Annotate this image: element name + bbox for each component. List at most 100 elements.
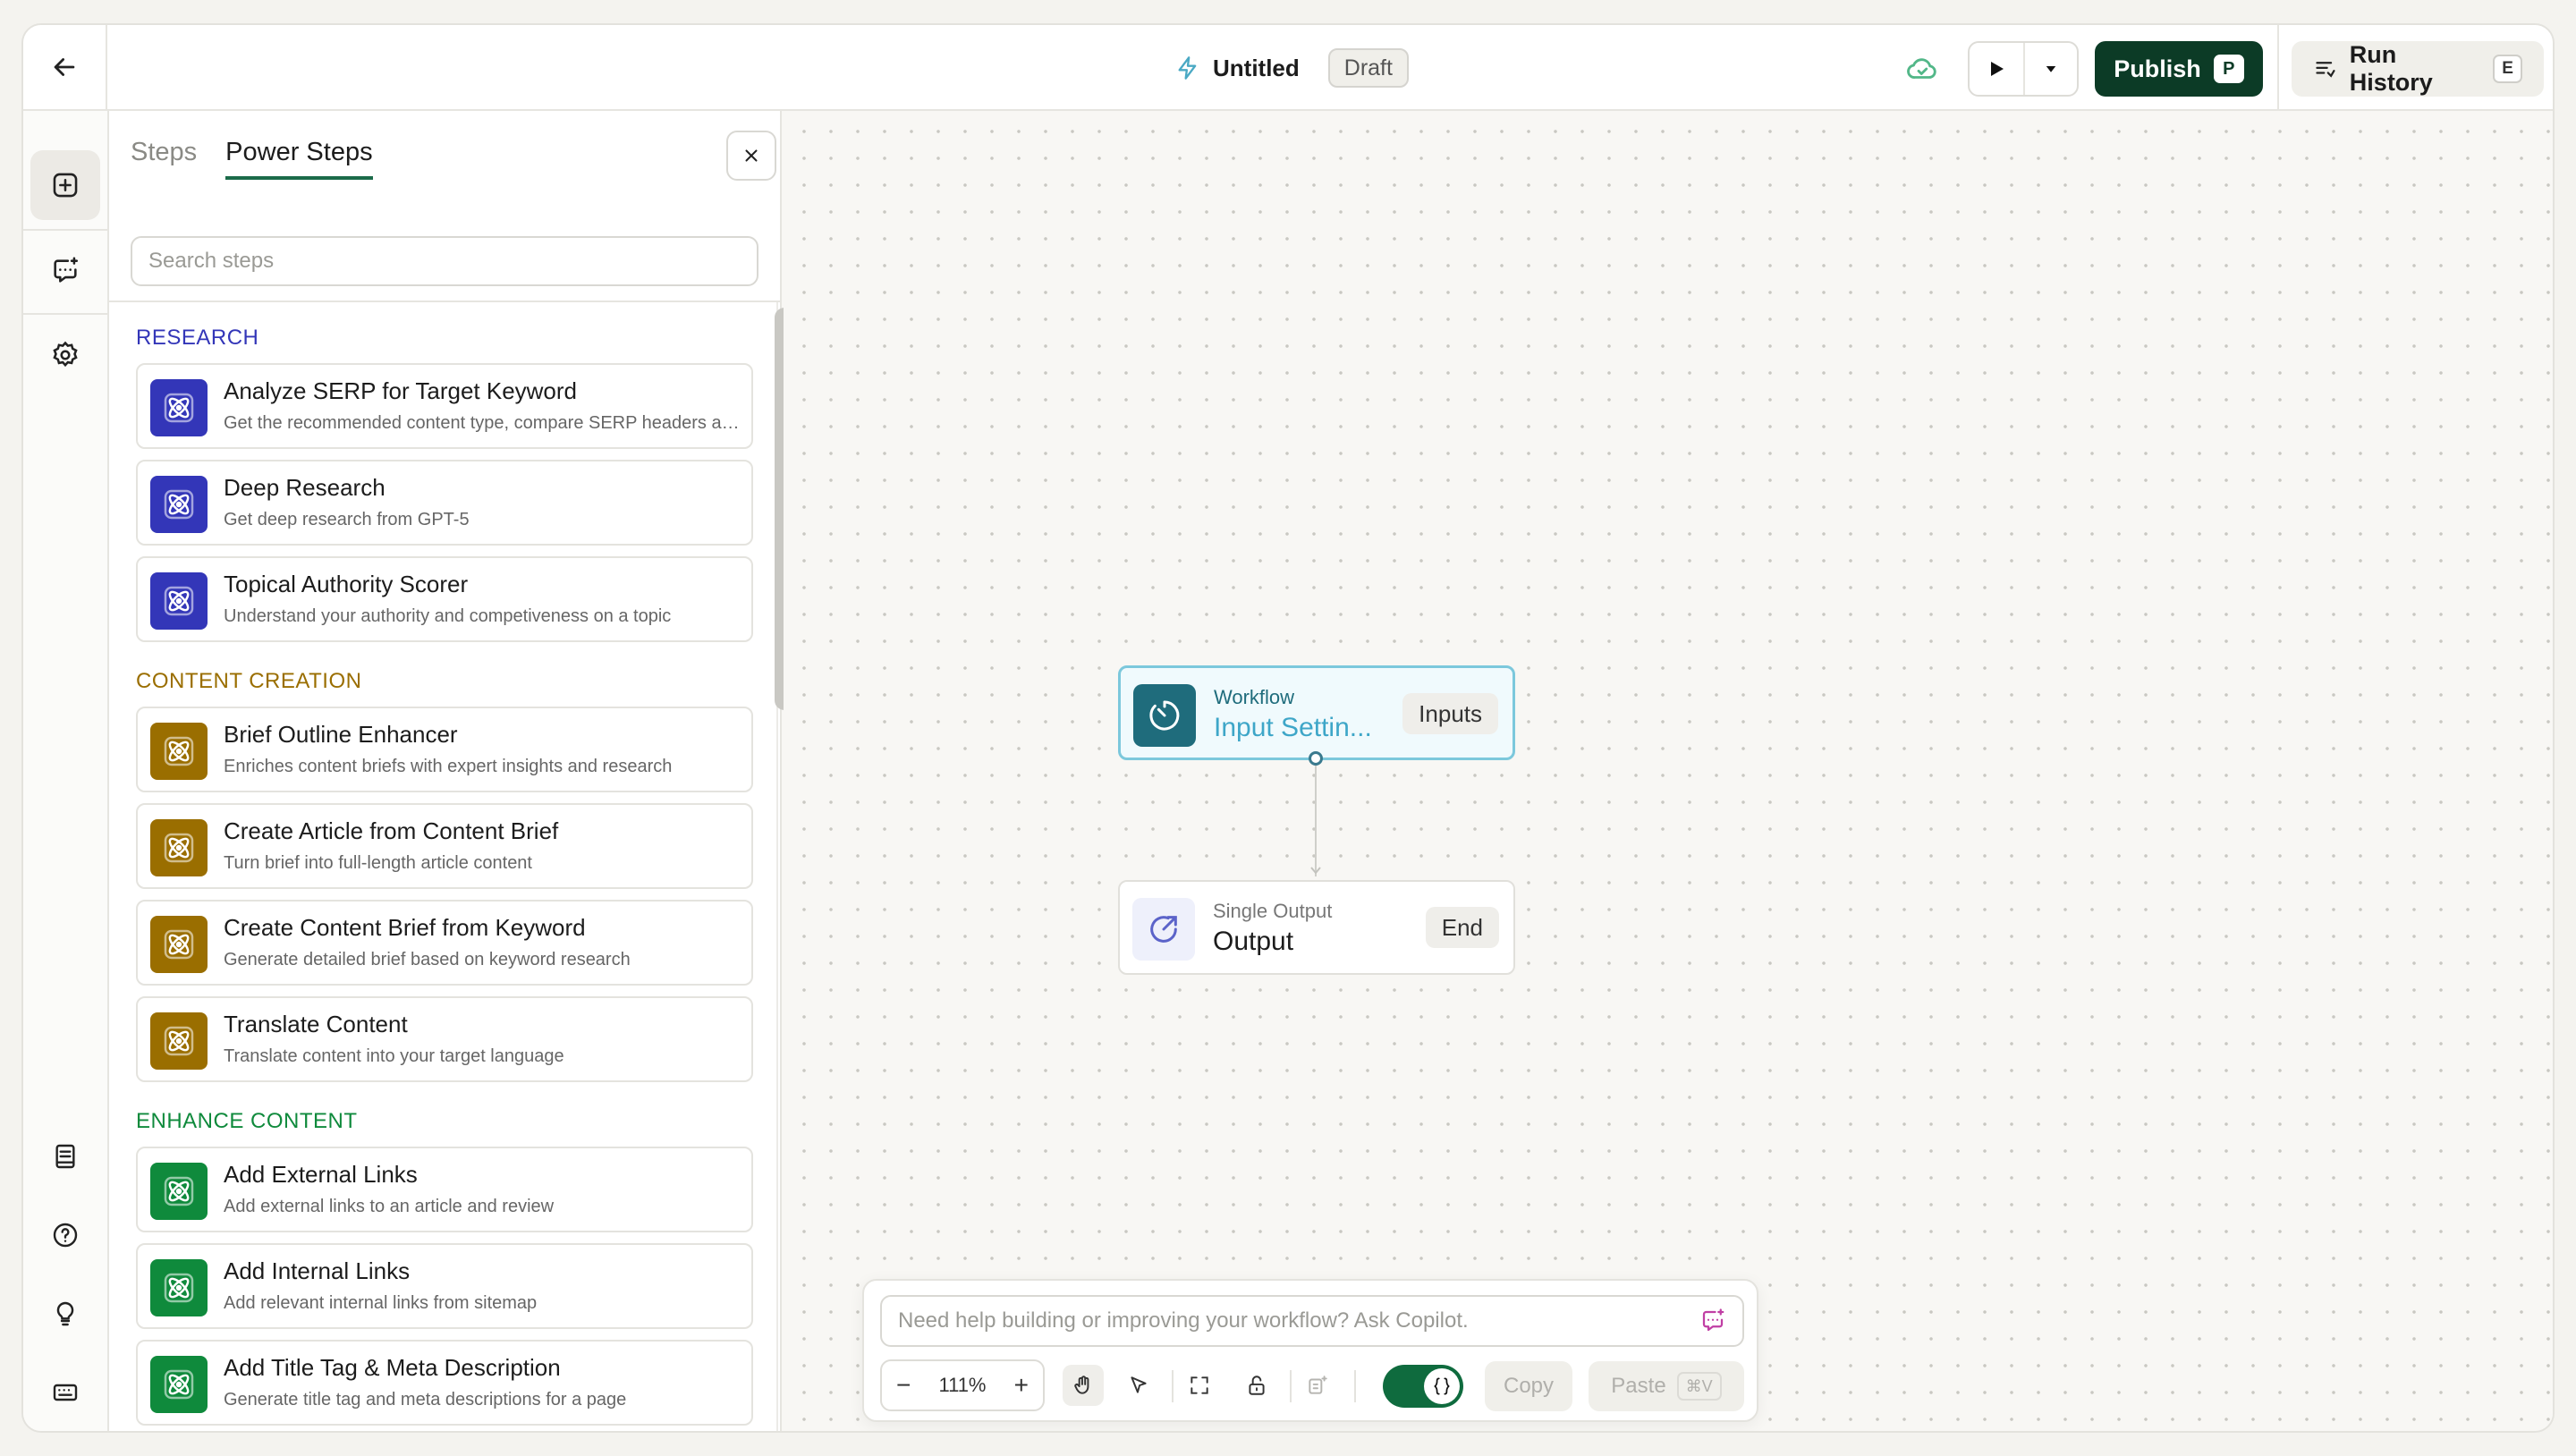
power-step-item[interactable]: Brief Outline Enhancer Enriches content b… [136,707,753,792]
lightbulb-icon [56,1301,74,1326]
json-mode-toggle[interactable] [1383,1365,1463,1408]
inputs-pill[interactable]: Inputs [1402,693,1498,734]
book-icon [55,1144,75,1169]
copilot-chat-button[interactable] [30,236,100,306]
rail-divider [23,229,107,231]
output-node[interactable]: Single Output Output End [1118,880,1515,975]
back-button[interactable] [23,25,107,109]
step-name: Topical Authority Scorer [224,571,469,597]
run-history-label: Run History [2349,41,2433,96]
keyboard-icon [53,1384,78,1401]
close-panel-button[interactable] [726,131,776,181]
section-title: CONTENT CREATION [136,669,362,693]
pan-tool-button[interactable] [1063,1365,1104,1406]
tab-steps[interactable]: Steps [131,138,197,180]
publish-shortcut: P [2213,55,2244,83]
power-step-item[interactable]: Add External Links Add external links to … [136,1147,753,1232]
close-icon [745,149,758,162]
cloud-sync-icon [1905,52,1939,90]
end-pill: End [1425,907,1499,948]
power-step-item[interactable]: Create Content Brief from Keyword Generat… [136,900,753,986]
fullscreen-icon [1191,1376,1208,1394]
steps-list: RESEARCH Analyze SERP for Target Keyword G… [136,302,753,1431]
chat-sparkle-icon [54,257,79,283]
workflow-input-node[interactable]: Workflow Input Settin... Inputs [1118,665,1515,760]
paste-button[interactable]: Paste ⌘V [1589,1361,1744,1411]
publish-button[interactable]: Publish P [2095,41,2263,97]
docs-button[interactable] [30,1122,100,1191]
node-type-label: Single Output [1213,900,1333,922]
panel-tabs: Steps Power Steps [131,138,373,180]
step-name: Brief Outline Enhancer [224,721,458,748]
node-title: Output [1213,927,1294,956]
zoom-out-button[interactable]: − [896,1373,911,1398]
connector-arrow-icon [1310,867,1321,875]
export-arrow-icon [1150,916,1177,943]
atom-icon [150,1259,208,1316]
top-bar: Untitled Draft Publish P Run History E [23,25,2553,111]
zoom-control: − 111% + [880,1359,1045,1411]
toolbar-divider [1290,1370,1292,1402]
atom-icon [150,1012,208,1070]
workflow-canvas[interactable] [784,111,2553,1431]
play-icon [1991,62,2004,76]
ideas-button[interactable] [30,1279,100,1349]
step-name: Add External Links [224,1161,418,1188]
braces-icon [1434,1377,1450,1395]
atom-icon [150,916,208,973]
atom-icon [150,819,208,876]
help-circle-icon [53,1223,78,1248]
power-step-item[interactable]: Add Title Tag & Meta Description Generate… [136,1340,753,1426]
auto-layout-button[interactable] [1297,1365,1338,1406]
power-step-item[interactable]: Create Article from Content Brief Turn br… [136,803,753,889]
workflow-node-icon-box [1133,684,1196,747]
search-steps-input[interactable] [131,236,758,286]
power-step-item[interactable]: Translate Content Translate content into … [136,996,753,1082]
section-title: ENHANCE CONTENT [136,1109,358,1133]
power-step-item[interactable]: Topical Authority Scorer Understand your … [136,556,753,642]
select-tool-button[interactable] [1118,1365,1159,1406]
tab-power-steps[interactable]: Power Steps [225,138,373,180]
copilot-input[interactable] [880,1295,1744,1347]
plus-square-icon [53,173,78,198]
lock-button[interactable] [1236,1365,1277,1406]
step-description: Add external links to an article and rev… [224,1197,555,1216]
left-rail [23,111,109,1431]
paste-label: Paste [1611,1374,1666,1398]
zoom-level: 111% [938,1374,987,1396]
settings-button[interactable] [30,320,100,390]
workflow-title-group: Untitled Draft [1175,47,1409,89]
atom-icon [150,1356,208,1413]
copilot-sparkle-icon[interactable] [1699,1308,1726,1339]
run-options-dropdown[interactable] [2025,43,2077,95]
step-description: Add relevant internal links from sitemap [224,1293,538,1313]
arrow-left-icon [54,58,75,76]
app-window: Untitled Draft Publish P Run History E S… [21,23,2555,1433]
step-description: Generate detailed brief based on keyword… [224,950,631,969]
bolt-icon [1178,56,1197,80]
layout-icon [1309,1376,1327,1394]
step-name: Deep Research [224,474,386,501]
zoom-in-button[interactable]: + [1014,1373,1029,1398]
pointer-icon [1131,1376,1147,1393]
power-step-item[interactable]: Add Internal Links Add relevant internal … [136,1243,753,1329]
help-button[interactable] [30,1200,100,1270]
power-step-item[interactable]: Analyze SERP for Target Keyword Get the r… [136,363,753,449]
step-name: Create Content Brief from Keyword [224,914,586,941]
power-step-item[interactable]: Deep Research Get deep research from GPT-… [136,460,753,546]
add-step-button[interactable] [30,150,100,220]
step-description: Generate title tag and meta descriptions… [224,1390,627,1409]
step-description: Understand your authority and competiven… [224,606,672,626]
atom-icon [150,1163,208,1220]
workflow-title[interactable]: Untitled [1213,55,1300,82]
step-name: Translate Content [224,1011,408,1037]
chevron-down-icon [2046,66,2056,72]
copy-button[interactable]: Copy [1485,1361,1572,1411]
step-description: Enriches content briefs with expert insi… [224,757,673,776]
keyboard-shortcuts-button[interactable] [30,1358,100,1427]
run-history-button[interactable]: Run History E [2292,41,2544,97]
step-name: Add Internal Links [224,1257,411,1284]
run-button[interactable] [1970,43,2025,95]
node-output-port[interactable] [1309,751,1323,766]
fit-view-button[interactable] [1179,1365,1220,1406]
